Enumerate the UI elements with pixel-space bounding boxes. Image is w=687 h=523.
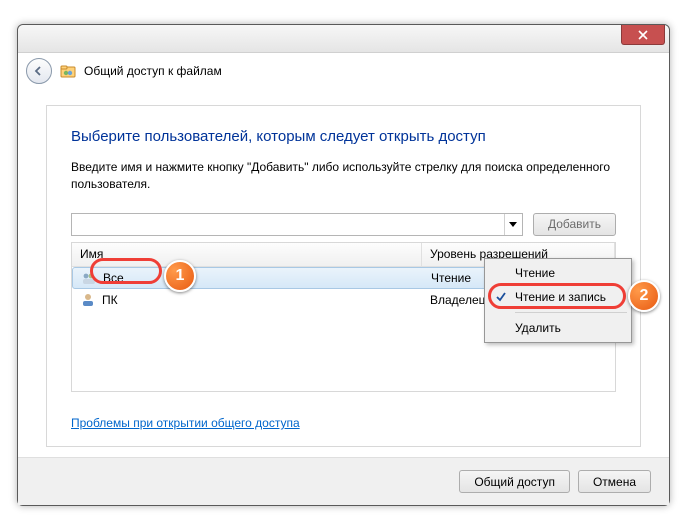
combobox-arrow[interactable] (504, 214, 522, 235)
menu-item-readwrite[interactable]: Чтение и запись (487, 285, 629, 309)
user-icon (80, 292, 96, 308)
back-button[interactable] (26, 58, 52, 84)
nav-bar: Общий доступ к файлам (18, 53, 669, 89)
add-user-row: Добавить (71, 213, 616, 236)
page-description: Введите имя и нажмите кнопку "Добавить" … (71, 159, 616, 193)
cell-name: ПК (102, 293, 118, 307)
add-button[interactable]: Добавить (533, 213, 616, 236)
check-icon (493, 289, 509, 305)
cell-permission: Чтение (431, 271, 471, 285)
menu-item-read[interactable]: Чтение (487, 261, 629, 285)
close-button[interactable] (621, 25, 665, 45)
cell-name: Все (103, 271, 124, 285)
close-icon (638, 30, 648, 40)
users-group-icon (81, 270, 97, 286)
cell-permission: Владелец (430, 293, 486, 307)
menu-item-remove[interactable]: Удалить (487, 316, 629, 340)
page-heading: Выберите пользователей, которым следует … (71, 128, 616, 145)
chevron-down-icon (509, 222, 517, 227)
dialog-footer: Общий доступ Отмена (18, 457, 669, 505)
share-button[interactable]: Общий доступ (459, 470, 570, 493)
window-title: Общий доступ к файлам (84, 64, 222, 78)
annotation-badge-2: 2 (628, 280, 660, 312)
annotation-badge-1: 1 (164, 260, 196, 292)
cancel-button[interactable]: Отмена (578, 470, 651, 493)
permission-menu: Чтение Чтение и запись Удалить (484, 258, 632, 343)
share-folder-icon (60, 63, 76, 79)
menu-separator (515, 312, 627, 313)
title-bar (18, 25, 669, 53)
arrow-left-icon (33, 65, 45, 77)
user-combobox[interactable] (71, 213, 523, 236)
column-name[interactable]: Имя (72, 243, 422, 266)
help-link[interactable]: Проблемы при открытии общего доступа (71, 416, 300, 430)
